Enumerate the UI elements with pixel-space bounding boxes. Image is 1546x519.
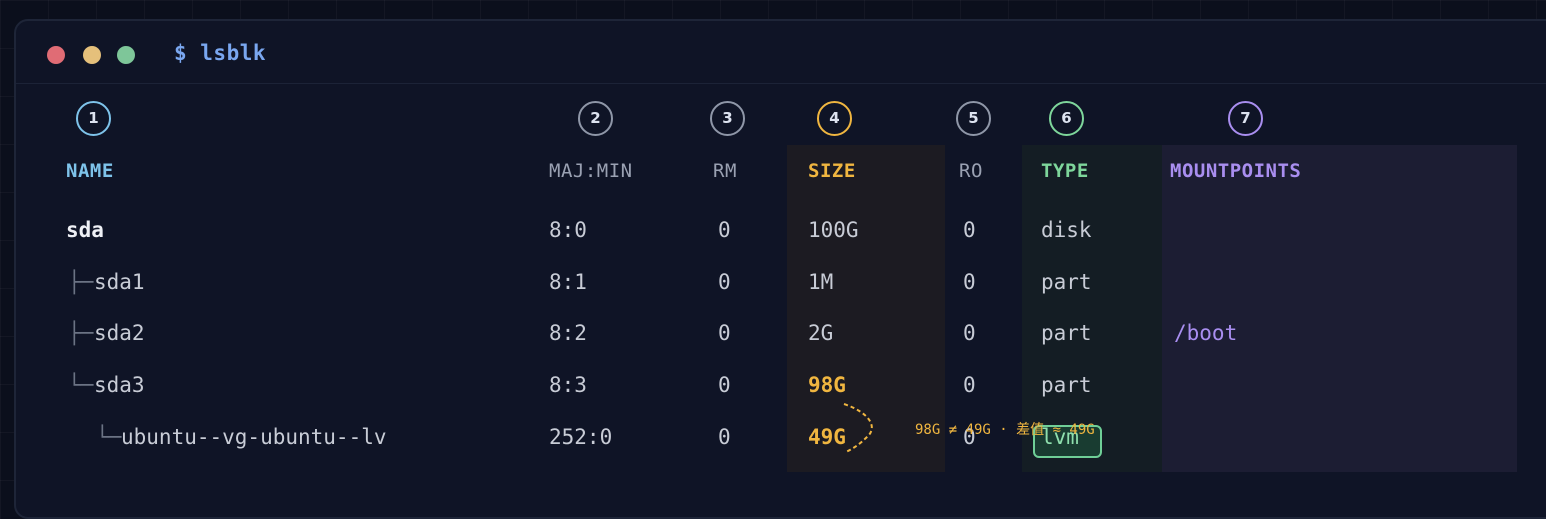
row-sda2-majmin: 8:2 <box>549 321 587 345</box>
row-lv-name: ubuntu--vg-ubuntu--lv <box>121 425 387 449</box>
size-diff-annotation: 98G ≠ 49G · 差值 ≈ 49G <box>915 422 1095 438</box>
row-sda3-type: part <box>1041 373 1092 397</box>
column-badge-majmin: 2 <box>578 101 613 136</box>
row-lv-rm: 0 <box>718 425 731 449</box>
minimize-window-button[interactable] <box>83 46 101 64</box>
row-sda-size: 100G <box>808 218 859 242</box>
row-sda3-rm: 0 <box>718 373 731 397</box>
maximize-window-button[interactable] <box>117 46 135 64</box>
row-sda2-mountpoint: /boot <box>1174 321 1238 345</box>
row-sda2-size: 2G <box>808 321 834 345</box>
row-sda3-ro: 0 <box>963 373 976 397</box>
row-sda1-majmin: 8:1 <box>549 270 587 294</box>
size-diff-bracket <box>843 403 873 453</box>
column-badge-type: 6 <box>1049 101 1084 136</box>
column-badge-ro: 5 <box>956 101 991 136</box>
row-sda2-ro: 0 <box>963 321 976 345</box>
row-sda3-size: 98G <box>808 373 846 397</box>
header-mountpoints: MOUNTPOINTS <box>1170 160 1302 182</box>
header-ro: RO <box>959 160 983 182</box>
row-sda1-type: part <box>1041 270 1092 294</box>
column-badge-size: 4 <box>817 101 852 136</box>
row-sda-rm: 0 <box>718 218 731 242</box>
row-sda1-tree-branch: ├─ <box>68 270 94 294</box>
command-prompt: $ lsblk <box>174 41 267 65</box>
row-sda3-majmin: 8:3 <box>549 373 587 397</box>
header-rm: RM <box>713 160 737 182</box>
column-badge-name: 1 <box>76 101 111 136</box>
row-sda-name: sda <box>66 218 104 242</box>
row-sda2-name: sda2 <box>94 321 145 345</box>
row-sda1-name: sda1 <box>94 270 145 294</box>
terminal-titlebar: $ lsblk <box>16 21 1546 84</box>
row-sda2-rm: 0 <box>718 321 731 345</box>
row-sda2-tree-branch: ├─ <box>68 321 94 345</box>
column-badge-mountpoints: 7 <box>1228 101 1263 136</box>
header-size: SIZE <box>808 160 856 182</box>
row-sda2-type: part <box>1041 321 1092 345</box>
row-sda1-ro: 0 <box>963 270 976 294</box>
row-sda3-name: sda3 <box>94 373 145 397</box>
header-type: TYPE <box>1041 160 1089 182</box>
mountpoints-column-highlight <box>1162 145 1517 472</box>
row-sda1-rm: 0 <box>718 270 731 294</box>
column-badge-rm: 3 <box>710 101 745 136</box>
row-lv-majmin: 252:0 <box>549 425 613 449</box>
row-sda1-size: 1M <box>808 270 834 294</box>
row-lv-tree-branch: └─ <box>96 425 122 449</box>
row-sda3-tree-branch: └─ <box>68 373 94 397</box>
close-window-button[interactable] <box>47 46 65 64</box>
row-sda-type: disk <box>1041 218 1092 242</box>
row-sda-majmin: 8:0 <box>549 218 587 242</box>
header-name: NAME <box>66 160 114 182</box>
header-majmin: MAJ:MIN <box>549 160 633 182</box>
row-sda-ro: 0 <box>963 218 976 242</box>
